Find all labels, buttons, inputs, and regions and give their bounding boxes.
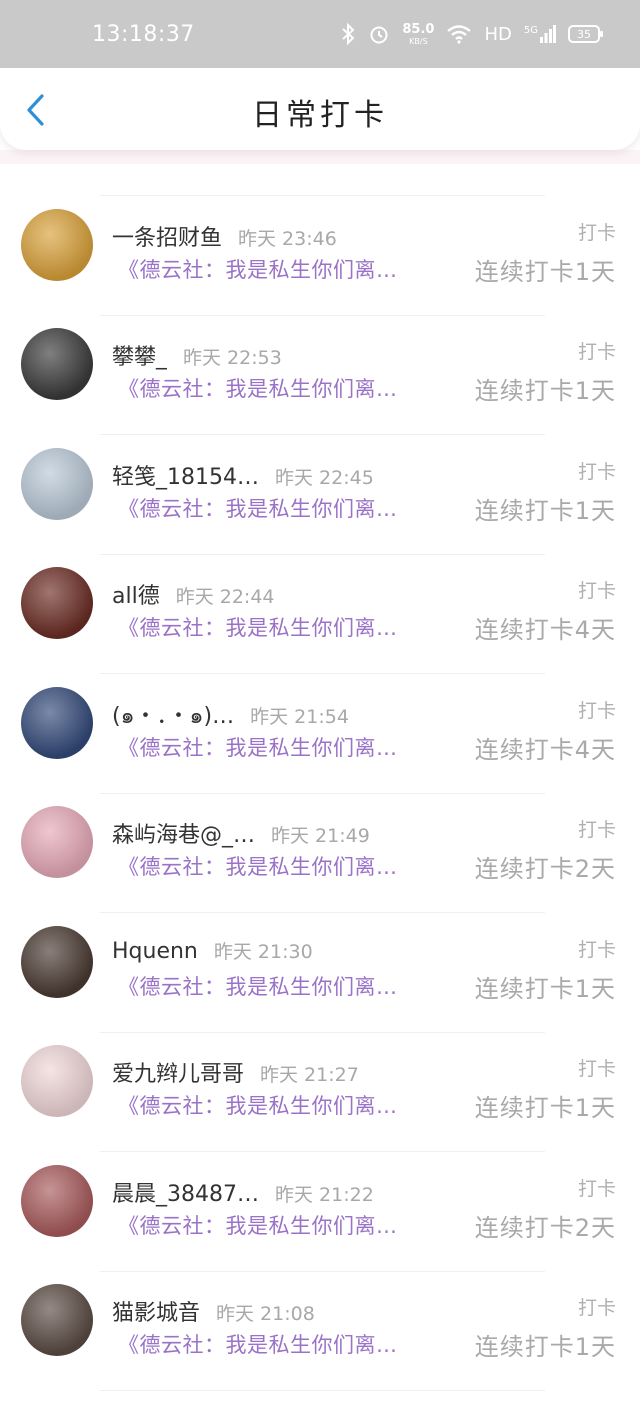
checkin-label: 打卡 bbox=[577, 700, 616, 722]
avatar[interactable] bbox=[21, 687, 93, 759]
network-hd: HD bbox=[484, 23, 512, 45]
network-speed: 85.0 KB/S bbox=[402, 21, 435, 46]
avatar[interactable] bbox=[21, 567, 93, 639]
divider bbox=[100, 1390, 545, 1391]
username[interactable]: 猫影城音 bbox=[112, 1295, 200, 1327]
streak-text: 连续打卡4天 bbox=[474, 736, 616, 764]
streak-text: 连续打卡1天 bbox=[474, 497, 616, 525]
timestamp: 昨天 22:53 bbox=[183, 347, 282, 369]
checkin-label: 打卡 bbox=[577, 939, 616, 961]
list-item[interactable]: all德 昨天 22:44 打卡《德云社：我是私生你们离… 连续打卡4天 bbox=[0, 554, 640, 674]
checkin-label: 打卡 bbox=[577, 341, 616, 363]
avatar[interactable] bbox=[21, 209, 93, 281]
header-shadow-strip bbox=[0, 150, 640, 164]
status-time: 13:18:37 bbox=[92, 22, 195, 47]
checkin-label: 打卡 bbox=[577, 461, 616, 483]
page-title: 日常打卡 bbox=[252, 98, 388, 133]
username[interactable]: 攀攀_ bbox=[112, 339, 167, 371]
list-item[interactable]: 晨晨_38487… 昨天 21:22 打卡《德云社：我是私生你们离… 连续打卡2天 bbox=[0, 1152, 640, 1272]
timestamp: 昨天 23:46 bbox=[238, 228, 337, 250]
streak-text: 连续打卡2天 bbox=[474, 855, 616, 883]
username[interactable]: all德 bbox=[112, 578, 160, 610]
checkin-content-link[interactable]: 《德云社：我是私生你们离… bbox=[118, 493, 418, 523]
avatar[interactable] bbox=[21, 806, 93, 878]
avatar[interactable] bbox=[21, 1165, 93, 1237]
checkin-list[interactable]: 打卡《德云社：我是私生你们离…连续打卡1天一条招财鱼昨天 23:46打卡《德云社… bbox=[0, 150, 640, 1422]
checkin-content-link[interactable]: 《德云社：我是私生你们离… bbox=[118, 373, 418, 403]
name-line: 轻笺_18154… 昨天 22:45 bbox=[112, 459, 374, 491]
username[interactable]: 爱九辫儿哥哥 bbox=[112, 1056, 244, 1088]
name-line: (๑・．・๑)… 昨天 21:54 bbox=[112, 698, 349, 733]
list-item[interactable]: Hquenn 昨天 21:30 打卡《德云社：我是私生你们离… 连续打卡1天 bbox=[0, 913, 640, 1033]
timestamp: 昨天 21:54 bbox=[250, 706, 349, 728]
streak-text: 连续打卡4天 bbox=[474, 616, 616, 644]
status-icons: 85.0 KB/S HD 5G 35 bbox=[340, 18, 603, 50]
avatar[interactable] bbox=[21, 448, 93, 520]
timestamp: 昨天 22:45 bbox=[275, 467, 374, 489]
username[interactable]: 晨晨_38487… bbox=[112, 1176, 259, 1208]
checkin-content-link[interactable]: 《德云社：我是私生你们离… bbox=[118, 1090, 418, 1120]
list-item[interactable]: 森屿海巷@_… 昨天 21:49 打卡《德云社：我是私生你们离… 连续打卡2天 bbox=[0, 793, 640, 913]
status-bar: 13:18:37 85.0 KB/S HD 5G 35 bbox=[0, 0, 640, 68]
name-line: all德 昨天 22:44 bbox=[112, 578, 275, 610]
avatar[interactable] bbox=[21, 1284, 93, 1356]
timestamp: 昨天 21:30 bbox=[213, 941, 313, 963]
username[interactable]: 森屿海巷@_… bbox=[112, 817, 255, 849]
avatar[interactable] bbox=[21, 328, 93, 400]
checkin-content-link[interactable]: 《德云社：我是私生你们离… bbox=[118, 732, 418, 762]
checkin-label: 打卡 bbox=[577, 222, 616, 244]
checkin-content-link[interactable]: 《德云社：我是私生你们离… bbox=[118, 254, 418, 284]
checkin-content-link[interactable]: 《德云社：我是私生你们离… bbox=[118, 1210, 418, 1240]
name-line: Hquenn 昨天 21:30 bbox=[112, 937, 313, 964]
streak-text: 连续打卡1天 bbox=[474, 1333, 616, 1361]
name-line: 晨晨_38487… 昨天 21:22 bbox=[112, 1176, 374, 1208]
name-line: 森屿海巷@_… 昨天 21:49 bbox=[112, 817, 370, 849]
list-item[interactable]: (๑・．・๑)… 昨天 21:54 打卡《德云社：我是私生你们离… 连续打卡4天 bbox=[0, 674, 640, 794]
checkin-content-link[interactable]: 《德云社：我是私生你们离… bbox=[118, 851, 418, 881]
bluetooth-icon bbox=[340, 22, 356, 46]
checkin-content-link[interactable]: 《德云社：我是私生你们离… bbox=[118, 612, 418, 642]
avatar[interactable] bbox=[21, 1045, 93, 1117]
signal-icon: 5G bbox=[524, 25, 556, 43]
timestamp: 昨天 21:22 bbox=[275, 1184, 374, 1206]
streak-text: 连续打卡1天 bbox=[474, 377, 616, 405]
checkin-label: 打卡 bbox=[577, 1058, 616, 1080]
alarm-icon bbox=[368, 23, 390, 45]
checkin-content-link[interactable]: 《德云社：我是私生你们离… bbox=[118, 1329, 418, 1359]
wifi-icon bbox=[446, 24, 472, 44]
name-line: 爱九辫儿哥哥 昨天 21:27 bbox=[112, 1056, 359, 1088]
top-nav-bar: 日常打卡 bbox=[0, 68, 640, 150]
avatar[interactable] bbox=[21, 926, 93, 998]
streak-text: 连续打卡1天 bbox=[474, 258, 616, 286]
timestamp: 昨天 21:27 bbox=[260, 1064, 359, 1086]
timestamp: 昨天 21:08 bbox=[216, 1303, 315, 1325]
name-line: 猫影城音 昨天 21:08 bbox=[112, 1295, 315, 1327]
streak-text: 连续打卡2天 bbox=[474, 1214, 616, 1242]
checkin-content-link[interactable]: 《德云社：我是私生你们离… bbox=[118, 971, 418, 1001]
list-item[interactable]: 一条招财鱼 昨天 23:46 打卡《德云社：我是私生你们离… 连续打卡1天 bbox=[0, 196, 640, 316]
name-line: 一条招财鱼 昨天 23:46 bbox=[112, 220, 337, 252]
list-item[interactable]: 猫影城音 昨天 21:08 打卡《德云社：我是私生你们离… 连续打卡1天 bbox=[0, 1271, 640, 1391]
list-item[interactable]: 爱九辫儿哥哥 昨天 21:27 打卡《德云社：我是私生你们离… 连续打卡1天 bbox=[0, 1032, 640, 1152]
checkin-label: 打卡 bbox=[577, 1297, 616, 1319]
username[interactable]: (๑・．・๑)… bbox=[112, 698, 234, 733]
checkin-label: 打卡 bbox=[577, 819, 616, 841]
name-line: 攀攀_ 昨天 22:53 bbox=[112, 339, 282, 371]
username[interactable]: Hquenn bbox=[112, 939, 198, 964]
list-item[interactable]: 轻笺_18154… 昨天 22:45 打卡《德云社：我是私生你们离… 连续打卡1天 bbox=[0, 435, 640, 555]
list-item[interactable]: 攀攀_ 昨天 22:53 打卡《德云社：我是私生你们离… 连续打卡1天 bbox=[0, 315, 640, 435]
streak-text: 连续打卡1天 bbox=[474, 1094, 616, 1122]
username[interactable]: 一条招财鱼 bbox=[112, 220, 222, 252]
checkin-label: 打卡 bbox=[577, 1178, 616, 1200]
battery-icon: 35 bbox=[568, 25, 603, 43]
checkin-label: 打卡 bbox=[577, 580, 616, 602]
timestamp: 昨天 21:49 bbox=[271, 825, 370, 847]
timestamp: 昨天 22:44 bbox=[175, 586, 275, 608]
username[interactable]: 轻笺_18154… bbox=[112, 459, 259, 491]
streak-text: 连续打卡1天 bbox=[474, 975, 616, 1003]
